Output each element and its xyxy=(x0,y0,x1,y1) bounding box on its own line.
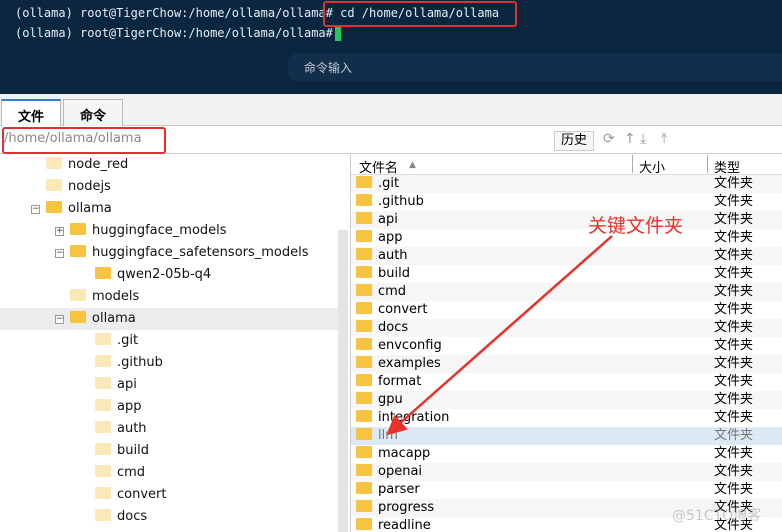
arrow-line xyxy=(386,235,613,436)
annotation-arrow xyxy=(386,235,613,436)
watermark: @51CTO博客 xyxy=(672,508,762,524)
